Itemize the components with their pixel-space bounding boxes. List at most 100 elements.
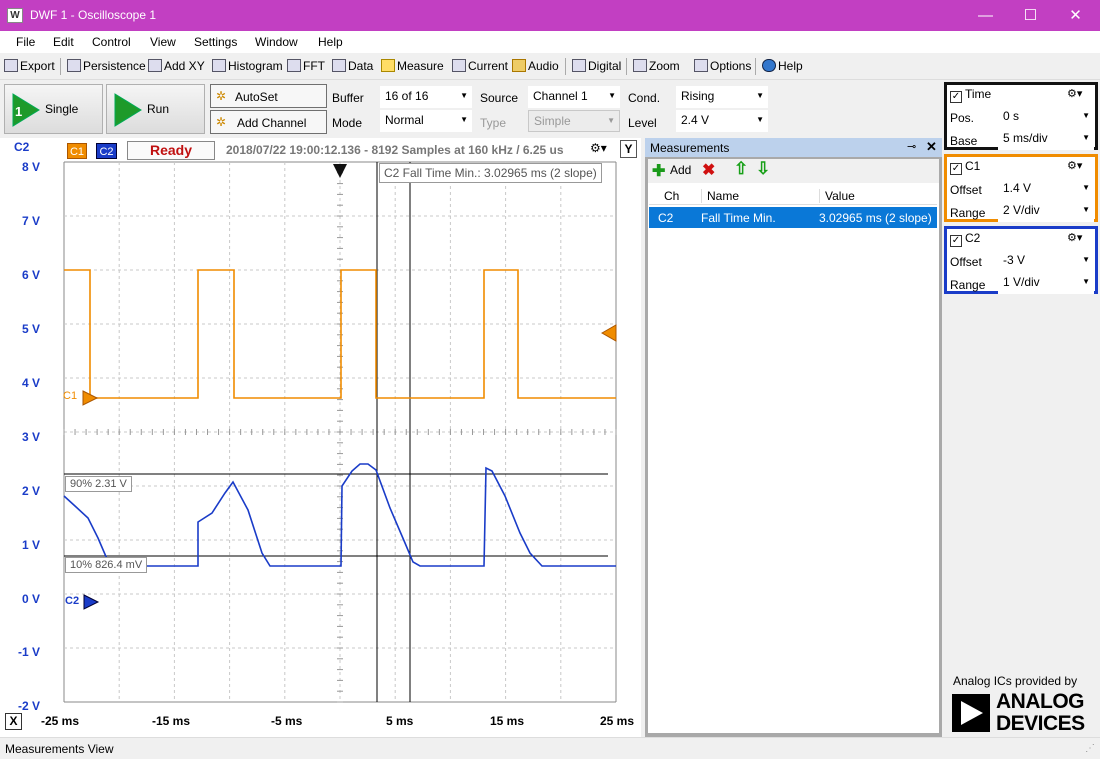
run-label: Run: [147, 102, 170, 116]
menu-edit[interactable]: Edit: [53, 35, 74, 49]
trigger-position-marker[interactable]: [333, 164, 347, 178]
add-channel-icon: ✲: [216, 115, 227, 129]
c2-offset-value: -3 V: [1003, 253, 1026, 267]
add-measurement-button[interactable]: Add: [670, 163, 691, 177]
table-row[interactable]: C2 Fall Time Min. 3.02965 ms (2 slope): [649, 207, 937, 228]
c2-offset-input[interactable]: -3 V ▼: [998, 250, 1094, 272]
analog-devices-logo: [952, 694, 990, 732]
svg-text:1: 1: [15, 104, 22, 119]
move-up-icon[interactable]: ⇧: [734, 159, 748, 179]
y-tick-label: 7 V: [22, 214, 41, 228]
measurements-body: ✚ Add ✖ ⇧ ⇩ Ch Name Value C2 Fall Time M…: [645, 157, 942, 737]
buffer-value: 16 of 16: [385, 89, 429, 103]
move-down-icon[interactable]: ⇩: [756, 159, 770, 179]
addxy-button[interactable]: Add XY: [148, 59, 205, 73]
menu-window[interactable]: Window: [255, 35, 298, 49]
y-tick-label: 8 V: [22, 160, 41, 174]
x-tick-label: 25 ms: [600, 714, 635, 728]
x-tick-label: 5 ms: [386, 714, 414, 728]
c2-panel-title: C2: [965, 231, 981, 245]
time-pos-value: 0 s: [1003, 109, 1020, 123]
menu-help[interactable]: Help: [318, 35, 343, 49]
pin-icon[interactable]: ⊸: [907, 140, 916, 153]
chevron-down-icon: ▼: [1082, 111, 1090, 120]
c1-offset-label-text: Offset: [950, 183, 982, 197]
time-base-select[interactable]: 5 ms/div ▼: [998, 128, 1094, 150]
c2-offset-marker[interactable]: [83, 594, 100, 610]
cond-select[interactable]: Rising ▼: [676, 86, 768, 108]
add-icon[interactable]: ✚: [652, 161, 665, 181]
menu-settings[interactable]: Settings: [194, 35, 237, 49]
c1-panel-header[interactable]: ✓ C1: [950, 159, 980, 175]
close-panel-icon[interactable]: ✕: [926, 139, 937, 155]
single-button[interactable]: 1 Single: [4, 84, 103, 134]
time-checkbox[interactable]: ✓: [950, 91, 962, 103]
options-label: Options: [710, 59, 752, 73]
c1-options-icon[interactable]: ⚙▾: [1067, 159, 1082, 172]
export-icon: [4, 59, 18, 72]
menu-file[interactable]: File: [16, 35, 35, 49]
close-button[interactable]: ✕: [1053, 0, 1098, 31]
c2-range-select[interactable]: 1 V/div ▼: [998, 272, 1094, 294]
cond-value: Rising: [681, 89, 715, 103]
source-select[interactable]: Channel 1 ▼: [528, 86, 620, 108]
c1-checkbox[interactable]: ✓: [950, 163, 962, 175]
resize-grip-icon[interactable]: ⋰: [1085, 743, 1095, 754]
c2-range-label: Range: [950, 278, 986, 292]
c2-panel-header[interactable]: ✓ C2: [950, 231, 980, 247]
c1-offset-input[interactable]: 1.4 V ▼: [998, 178, 1094, 200]
autoset-label: AutoSet: [235, 90, 278, 104]
single-label: Single: [45, 102, 79, 116]
help-button[interactable]: Help: [762, 59, 803, 73]
current-button[interactable]: Current: [452, 59, 508, 73]
current-icon: [452, 59, 466, 72]
histogram-label: Histogram: [228, 59, 283, 73]
y-tick-label: 0 V: [22, 592, 41, 606]
c1-offset-label: C1: [63, 390, 78, 402]
oscilloscope-plot[interactable]: C2 C1 C2 Ready 2018/07/22 19:00:12.136 -…: [0, 138, 641, 737]
time-options-icon[interactable]: ⚙▾: [1067, 87, 1082, 100]
toolbar: Export Persistence Add XY Histogram FFT …: [0, 54, 1100, 80]
c2-checkbox[interactable]: ✓: [950, 235, 962, 247]
run-button[interactable]: Run: [106, 84, 205, 134]
level-input[interactable]: 2.4 V ▼: [676, 110, 768, 132]
delete-icon[interactable]: ✖: [702, 160, 715, 180]
c1-range-select[interactable]: 2 V/div ▼: [998, 200, 1094, 222]
magnifier-icon: [633, 59, 647, 72]
chevron-down-icon: ▼: [460, 91, 468, 100]
add-channel-button[interactable]: ✲ Add Channel: [210, 110, 327, 134]
addxy-label: Add XY: [164, 59, 205, 73]
export-button[interactable]: Export: [4, 59, 55, 73]
window-title: DWF 1 - Oscilloscope 1: [30, 8, 157, 22]
options-button[interactable]: Options: [694, 59, 751, 73]
close-x-button[interactable]: X: [5, 713, 22, 730]
persistence-button[interactable]: Persistence: [67, 59, 146, 73]
mode-select[interactable]: Normal ▼: [380, 110, 472, 132]
trigger-level-marker[interactable]: [600, 324, 617, 342]
fft-label: FFT: [303, 59, 325, 73]
y-tick-label: 6 V: [22, 268, 41, 282]
menu-view[interactable]: View: [150, 35, 176, 49]
autoset-button[interactable]: ✲ AutoSet: [210, 84, 327, 108]
time-panel-header[interactable]: ✓ Time: [950, 87, 991, 103]
measure-label: Measure: [397, 59, 444, 73]
branding-analog: ANALOG: [996, 690, 1085, 713]
minimize-button[interactable]: —: [963, 0, 1008, 31]
audio-button[interactable]: Audio: [512, 59, 559, 73]
fft-button[interactable]: FFT: [287, 59, 325, 73]
column-header-value: Value: [819, 189, 855, 203]
buffer-select[interactable]: 16 of 16 ▼: [380, 86, 472, 108]
maximize-button[interactable]: ☐: [1008, 0, 1053, 31]
zoom-button[interactable]: Zoom: [633, 59, 680, 73]
histogram-button[interactable]: Histogram: [212, 59, 283, 73]
digital-icon: [572, 59, 586, 72]
measure-button[interactable]: Measure: [381, 59, 444, 73]
c2-options-icon[interactable]: ⚙▾: [1067, 231, 1082, 244]
row-value: 3.02965 ms (2 slope): [819, 211, 932, 225]
data-button[interactable]: Data: [332, 59, 373, 73]
time-panel: ✓ Time ⚙▾ Pos. 0 s ▼ Base 5 ms/div ▼: [944, 82, 1098, 150]
time-pos-input[interactable]: 0 s ▼: [998, 106, 1094, 128]
menu-control[interactable]: Control: [92, 35, 131, 49]
time-panel-title: Time: [965, 87, 992, 101]
digital-button[interactable]: Digital: [572, 59, 621, 73]
